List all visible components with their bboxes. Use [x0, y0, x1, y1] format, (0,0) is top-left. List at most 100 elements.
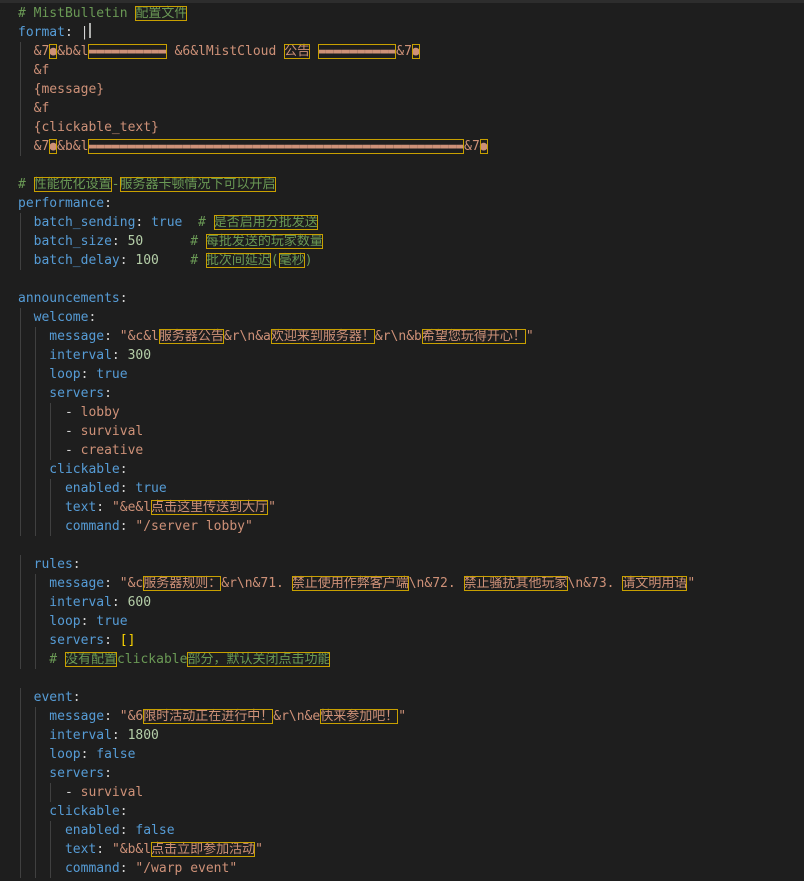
text-cursor [89, 23, 92, 38]
code-line[interactable]: &7●&b&l▬▬▬▬▬▬▬▬▬▬ &6&lMistCloud 公告 ▬▬▬▬▬… [18, 42, 420, 61]
indent-guide [20, 441, 21, 460]
code-token: : [119, 519, 136, 534]
code-line[interactable]: loop: true [18, 612, 128, 631]
code-line[interactable]: clickable: [18, 802, 128, 821]
code-token: 1800 [127, 728, 159, 743]
indent-guide [20, 764, 21, 783]
code-token: : [80, 614, 97, 629]
code-token: "/warp event" [135, 861, 238, 876]
indent-guide [35, 764, 36, 783]
indent-guide [20, 99, 21, 118]
indent-guide [20, 403, 21, 422]
code-token: : [104, 633, 120, 648]
code-line[interactable]: - survival [18, 783, 143, 802]
code-line[interactable]: message: "&6限时活动正在进行中！&r\n&e快来参加吧！" [18, 707, 406, 726]
indent-guide [20, 802, 21, 821]
code-line[interactable]: format: | [18, 23, 92, 42]
editor-top-strip [0, 0, 804, 3]
code-token: &7 [396, 44, 412, 59]
code-token: servers [18, 633, 105, 648]
indent-guide [20, 346, 21, 365]
code-token: "&e&l [111, 500, 152, 515]
code-token: &6&lMistCloud [166, 44, 285, 59]
code-line[interactable]: message: "&c服务器规则：&r\n&71. 禁止使用作弊客户端\n&7… [18, 574, 695, 593]
code-line[interactable]: # 性能优化设置-服务器卡顿情况下可以开启 [18, 175, 276, 194]
code-line[interactable]: # MistBulletin 配置文件 [18, 4, 188, 23]
code-line[interactable]: command: "/server lobby" [18, 517, 253, 536]
code-line[interactable]: - survival [18, 422, 143, 441]
code-line[interactable]: servers: [18, 384, 112, 403]
indent-guide [35, 593, 36, 612]
indent-guide [20, 479, 21, 498]
code-token: 100 [135, 253, 159, 268]
code-line[interactable]: event: [18, 688, 81, 707]
code-line[interactable]: welcome: [18, 308, 96, 327]
indent-guide [20, 726, 21, 745]
code-line[interactable]: &f [18, 99, 49, 118]
code-token: : [96, 500, 112, 515]
code-line[interactable]: {message} [18, 80, 104, 99]
code-line[interactable]: servers: [18, 764, 112, 783]
code-token: ▬▬▬▬▬▬▬▬▬▬▬▬▬▬▬▬▬▬▬▬▬▬▬▬▬▬▬▬▬▬▬▬▬▬▬▬▬▬▬▬… [88, 139, 465, 154]
code-line[interactable]: announcements: [18, 289, 128, 308]
code-line[interactable]: interval: 300 [18, 346, 151, 365]
code-line[interactable]: interval: 600 [18, 593, 151, 612]
code-line[interactable]: rules: [18, 555, 81, 574]
code-token: : [111, 595, 128, 610]
code-token: event [18, 690, 73, 705]
code-line[interactable]: {clickable_text} [18, 118, 159, 137]
code-token: &b&l [57, 139, 89, 154]
indent-guide [20, 460, 21, 479]
code-line[interactable]: message: "&c&l服务器公告&r\n&a欢迎来到服务器！&r\n&b希… [18, 327, 534, 346]
code-line[interactable]: # 没有配置clickable部分，默认关闭点击功能 [18, 650, 331, 669]
code-line[interactable]: servers: [] [18, 631, 135, 650]
indent-guide [20, 308, 21, 327]
code-token: 性能优化设置 [33, 177, 112, 192]
code-line[interactable]: loop: true [18, 365, 128, 384]
indent-guide [50, 859, 51, 878]
code-token: loop [18, 614, 81, 629]
code-line[interactable]: batch_delay: 100 # 批次间延迟(毫秒) [18, 251, 313, 270]
code-token: clickable [18, 804, 120, 819]
code-line[interactable]: - creative [18, 441, 143, 460]
code-line[interactable]: - lobby [18, 403, 120, 422]
indent-guide [35, 802, 36, 821]
code-token: text [18, 500, 97, 515]
code-token: batch_size [18, 234, 112, 249]
code-line[interactable]: performance: [18, 194, 112, 213]
code-line[interactable]: interval: 1800 [18, 726, 159, 745]
code-token: 50 [127, 234, 144, 249]
indent-guide [35, 840, 36, 859]
code-line[interactable]: enabled: false [18, 821, 175, 840]
indent-guide [20, 593, 21, 612]
code-token: : | [64, 25, 89, 40]
code-editor[interactable]: # MistBulletin 配置文件 format: | &7●&b&l▬▬▬▬… [0, 0, 804, 881]
code-line[interactable]: &7●&b&l▬▬▬▬▬▬▬▬▬▬▬▬▬▬▬▬▬▬▬▬▬▬▬▬▬▬▬▬▬▬▬▬▬… [18, 137, 488, 156]
indent-guide [50, 498, 51, 517]
code-token: : [72, 690, 81, 705]
code-line[interactable]: command: "/warp event" [18, 859, 237, 878]
code-token: ● [479, 139, 488, 154]
code-token: "&b&l [111, 842, 152, 857]
code-token: batch_sending [18, 215, 136, 230]
code-line[interactable]: batch_size: 50 # 每批发送的玩家数量 [18, 232, 323, 251]
code-line[interactable]: clickable: [18, 460, 128, 479]
indent-guide [50, 441, 51, 460]
indent-guide [35, 346, 36, 365]
code-token: ▬▬▬▬▬▬▬▬▬▬ [317, 44, 397, 59]
code-line[interactable]: text: "&e&l点击这里传送到大厅" [18, 498, 276, 517]
code-line[interactable]: &f [18, 61, 49, 80]
code-token: &f [18, 101, 50, 116]
code-line[interactable]: batch_sending: true # 是否启用分批发送 [18, 213, 318, 232]
indent-guide [35, 479, 36, 498]
code-token: : [80, 367, 97, 382]
code-token: : [104, 576, 120, 591]
code-token: : [119, 253, 136, 268]
code-token: "&6 [119, 709, 144, 724]
indent-guide [35, 574, 36, 593]
code-line[interactable]: loop: false [18, 745, 135, 764]
code-line[interactable]: text: "&b&l点击立即参加活动" [18, 840, 263, 859]
code-line[interactable]: enabled: true [18, 479, 167, 498]
code-token: " [255, 842, 263, 857]
code-token: announcements [18, 291, 120, 306]
